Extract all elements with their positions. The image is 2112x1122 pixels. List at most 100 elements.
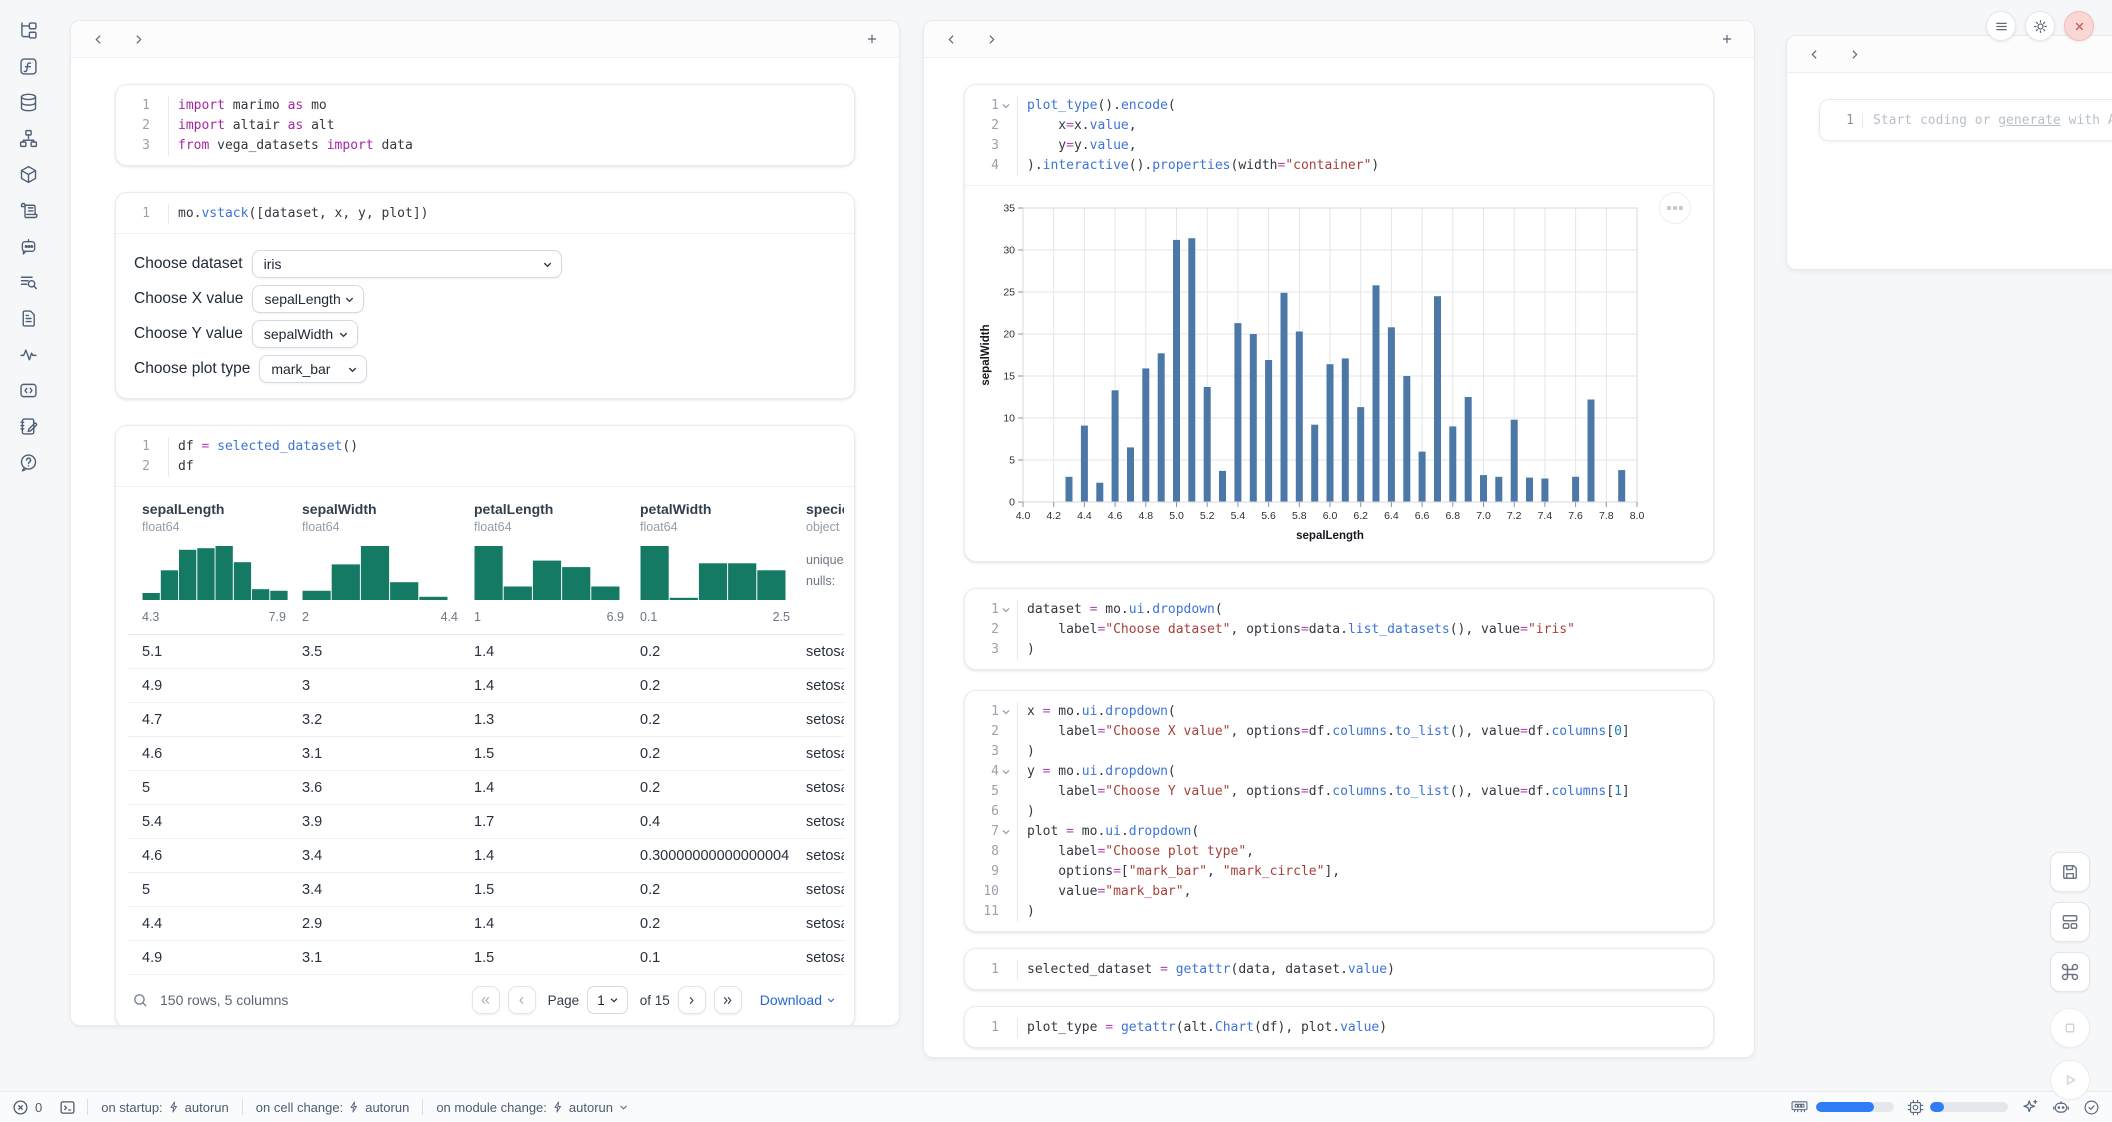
chevron-left-icon[interactable] xyxy=(1801,41,1827,67)
prev-page-button[interactable] xyxy=(508,986,536,1014)
column-header[interactable]: sepalWidthfloat6424.4 xyxy=(302,501,474,624)
sidebar-item-packages[interactable] xyxy=(10,156,46,192)
code-editor[interactable]: 1x = mo.ui.dropdown(2 label="Choose X va… xyxy=(965,691,1713,931)
autorun-config[interactable]: on module change:autorun xyxy=(423,1100,642,1115)
code-editor[interactable]: 1selected_dataset = getattr(data, datase… xyxy=(965,949,1713,989)
code-editor[interactable]: 1mo.vstack([dataset, x, y, plot]) xyxy=(116,193,854,233)
bar-chart[interactable]: 4.04.24.44.64.85.05.25.45.65.86.06.26.46… xyxy=(977,196,1649,548)
code-editor[interactable]: 1import marimo as mo2import altair as al… xyxy=(116,85,854,165)
sidebar-item-scratchpad[interactable] xyxy=(10,408,46,444)
last-page-button[interactable] xyxy=(714,986,742,1014)
notebook-column-middle: 1plot_type().encode(2 x=x.value,3 y=y.va… xyxy=(923,20,1755,1058)
dropdown-row: Choose datasetiris xyxy=(134,246,836,281)
chevron-left-icon[interactable] xyxy=(938,26,964,52)
autorun-config[interactable]: on cell change:autorun xyxy=(243,1100,423,1115)
generate-link[interactable]: generate xyxy=(1998,113,2061,128)
tracing-icon xyxy=(18,344,39,365)
chevron-left-icon[interactable] xyxy=(85,26,111,52)
sidebar-item-datasources[interactable] xyxy=(10,84,46,120)
ai-sparkles-icon[interactable] xyxy=(2021,1098,2039,1116)
sidebar-item-ai-chat[interactable] xyxy=(10,228,46,264)
table-cell: 0.4 xyxy=(640,814,806,830)
column-header[interactable]: speciesobjectuniquenulls: xyxy=(806,501,844,624)
dropdown-value: mark_bar xyxy=(271,361,330,377)
table-cell: 1.3 xyxy=(474,712,640,728)
dataframe-table: sepalLengthfloat644.37.9sepalWidthfloat6… xyxy=(116,486,854,1026)
empty-code-cell[interactable]: 1 Start coding or generate with AI xyxy=(1819,99,2112,141)
svg-text:4.6: 4.6 xyxy=(1108,510,1123,522)
dropdown-select[interactable]: sepalWidth xyxy=(252,320,358,348)
window-controls xyxy=(1986,11,2094,41)
close-button[interactable] xyxy=(2064,11,2094,41)
packages-icon xyxy=(18,164,39,185)
first-page-button[interactable] xyxy=(472,986,500,1014)
column-header[interactable]: petalWidthfloat640.12.5 xyxy=(640,501,806,624)
layout-button[interactable] xyxy=(2050,902,2090,942)
error-indicator[interactable]: 0 xyxy=(12,1099,42,1116)
chart-menu-button[interactable] xyxy=(1659,192,1691,224)
stop-button[interactable] xyxy=(2050,1008,2090,1048)
sidebar-item-functions[interactable] xyxy=(10,48,46,84)
code-editor[interactable]: 1dataset = mo.ui.dropdown(2 label="Choos… xyxy=(965,589,1713,669)
code-editor[interactable]: 1plot_type().encode(2 x=x.value,3 y=y.va… xyxy=(965,85,1713,185)
svg-text:10: 10 xyxy=(1003,413,1015,425)
svg-text:6.4: 6.4 xyxy=(1384,510,1399,522)
sidebar-item-snippets[interactable] xyxy=(10,372,46,408)
sidebar-item-documentation[interactable] xyxy=(10,300,46,336)
sidebar-item-tracing[interactable] xyxy=(10,336,46,372)
cpu-usage xyxy=(1907,1099,2008,1116)
save-button[interactable] xyxy=(2050,852,2090,892)
svg-text:25: 25 xyxy=(1003,287,1015,299)
terminal-icon[interactable] xyxy=(58,1099,77,1116)
dropdown-select[interactable]: mark_bar xyxy=(259,355,367,383)
table-cell: setosa xyxy=(806,916,844,932)
dropdown-select[interactable]: sepalLength xyxy=(252,285,364,313)
page-select[interactable]: 1 xyxy=(587,986,628,1014)
column-header[interactable]: petalLengthfloat6416.9 xyxy=(474,501,640,624)
download-button[interactable]: Download xyxy=(760,992,836,1008)
table-footer: 150 rows, 5 columns Page 1 of 15 xyxy=(116,975,854,1026)
svg-text:15: 15 xyxy=(1003,371,1015,383)
sidebar-item-dependencies[interactable] xyxy=(10,120,46,156)
add-cell-icon[interactable] xyxy=(1714,26,1740,52)
sidebar-item-outline-search[interactable] xyxy=(10,264,46,300)
autorun-config[interactable]: on startup:autorun xyxy=(88,1100,242,1115)
table-cell: 3.5 xyxy=(302,644,474,660)
notebook-cells: 1import marimo as mo2import altair as al… xyxy=(71,58,899,1026)
svg-text:4.0: 4.0 xyxy=(1016,510,1031,522)
table-cell: 1.5 xyxy=(474,882,640,898)
chevron-right-icon[interactable] xyxy=(125,26,151,52)
keyboard-shortcuts-button[interactable] xyxy=(2050,952,2090,992)
chart-output: 4.04.24.44.64.85.05.25.45.65.86.06.26.46… xyxy=(965,185,1713,561)
table-cell: setosa xyxy=(806,746,844,762)
next-page-button[interactable] xyxy=(678,986,706,1014)
settings-button[interactable] xyxy=(2025,11,2055,41)
functions-icon xyxy=(18,56,39,77)
table-cell: 3.2 xyxy=(302,712,474,728)
code-editor[interactable]: 1plot_type = getattr(alt.Chart(df), plot… xyxy=(965,1007,1713,1047)
add-cell-icon[interactable] xyxy=(859,26,885,52)
chevron-right-icon[interactable] xyxy=(978,26,1004,52)
dropdown-row: Choose plot typemark_bar xyxy=(134,351,836,386)
sidebar-item-logs[interactable] xyxy=(10,192,46,228)
menu-button[interactable] xyxy=(1986,11,2016,41)
dropdown-select[interactable]: iris xyxy=(252,250,562,278)
table-cell: 1.4 xyxy=(474,916,640,932)
column-header[interactable]: sepalLengthfloat644.37.9 xyxy=(142,501,302,624)
code-editor[interactable]: 1df = selected_dataset()2df xyxy=(116,426,854,486)
run-button[interactable] xyxy=(2050,1060,2090,1100)
sidebar-item-file-explorer[interactable] xyxy=(10,12,46,48)
table-cell: 0.2 xyxy=(640,780,806,796)
panel-nav xyxy=(924,21,1754,58)
code-line: 10 value="mark_bar", xyxy=(973,882,1699,902)
sidebar-item-help[interactable] xyxy=(10,444,46,480)
table-cell: setosa xyxy=(806,644,844,660)
chevron-right-icon[interactable] xyxy=(1841,41,1867,67)
search-icon[interactable] xyxy=(132,992,149,1009)
cpu-icon xyxy=(1907,1099,1924,1116)
table-cell: 4.6 xyxy=(142,848,302,864)
code-line: 1plot_type().encode( xyxy=(973,96,1699,116)
code-line: 3from vega_datasets import data xyxy=(124,136,840,156)
column-histogram xyxy=(142,544,302,605)
svg-text:sepalLength: sepalLength xyxy=(1296,530,1364,542)
